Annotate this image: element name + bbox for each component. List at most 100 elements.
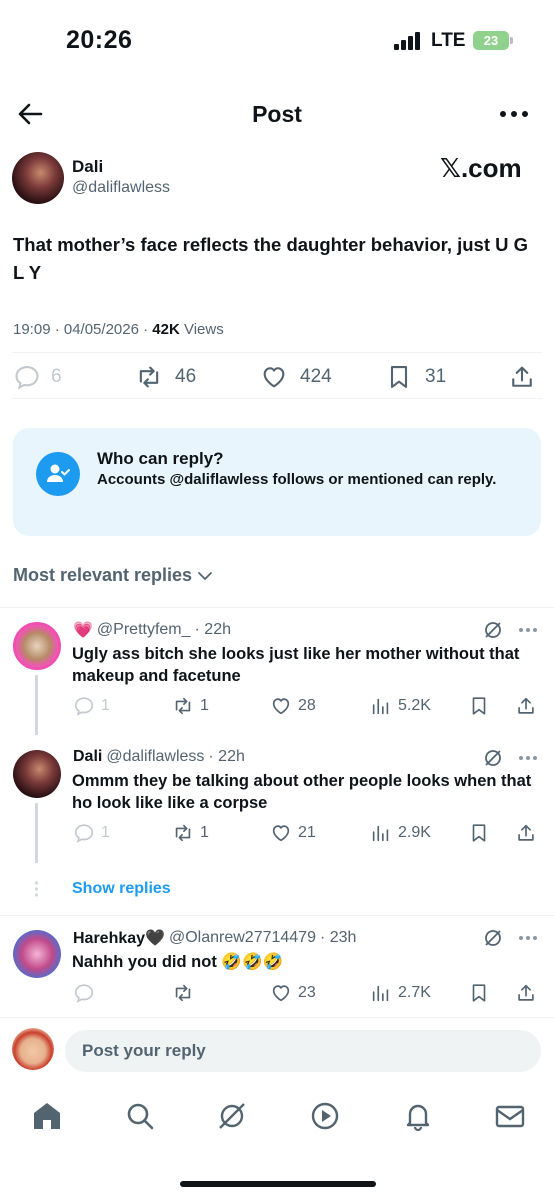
repost-count: 1 (200, 697, 209, 714)
reply-input-placeholder: Post your reply (82, 1041, 206, 1060)
reply-header: Dali @daliflawless · 22h (73, 748, 245, 766)
battery-level: 23 (483, 33, 499, 48)
share-icon (518, 824, 534, 841)
views-count[interactable]: 42K (152, 321, 180, 338)
chevron-down-icon (198, 571, 212, 580)
reply-count: 6 (51, 366, 62, 387)
reply-stat[interactable]: 6 (13, 362, 62, 392)
reply-avatar[interactable] (13, 622, 61, 670)
my-avatar[interactable] (12, 1028, 54, 1070)
bell-icon[interactable] (400, 1098, 436, 1134)
like-button[interactable]: 21 (270, 822, 316, 844)
more-icon[interactable] (518, 626, 538, 634)
bookmark-button[interactable] (468, 982, 490, 1004)
reply-actions: 1 1 28 5.2K (0, 695, 554, 719)
replies-sort-label: Most relevant replies (13, 565, 193, 585)
views-count: 2.7K (398, 984, 431, 1001)
reply-button[interactable] (73, 982, 95, 1004)
video-icon[interactable] (307, 1098, 343, 1134)
views-button[interactable]: 2.9K (370, 822, 431, 844)
heart-icon (263, 367, 285, 388)
reply-button[interactable]: 1 (73, 822, 110, 844)
share-button[interactable] (515, 695, 537, 717)
like-count: 21 (298, 824, 316, 841)
post-timestamp: 19:09 · 04/05/2026 · (13, 321, 153, 338)
analytics-icon (372, 825, 389, 842)
x-logo: 𝕏.com (440, 153, 522, 183)
post-text: That mother’s face reflects the daughter… (13, 234, 529, 283)
reply-icon (15, 366, 39, 390)
reply-author-name[interactable]: Dali (73, 748, 102, 766)
author-avatar[interactable] (12, 152, 64, 204)
views-button[interactable]: 5.2K (370, 695, 431, 717)
more-icon[interactable] (518, 934, 538, 942)
author-handle[interactable]: @daliflawless (72, 179, 170, 197)
repost-icon (175, 824, 191, 842)
bookmark-button[interactable] (468, 695, 490, 717)
post-meta: 19:09 · 04/05/2026 · 42K Views (13, 321, 224, 338)
grok-icon[interactable] (483, 620, 503, 640)
reply-text: Nahhh you did not 🤣🤣🤣 (72, 953, 284, 971)
like-count: 424 (300, 366, 332, 387)
reply-avatar[interactable] (13, 750, 61, 798)
divider (0, 607, 554, 608)
reply-actions: 1 1 21 2.9K (0, 822, 554, 846)
who-can-reply-title: Who can reply? (97, 449, 224, 468)
grok-icon[interactable] (214, 1098, 250, 1134)
battery-tip (510, 37, 513, 44)
reply-time: · 22h (194, 621, 231, 638)
views-button[interactable]: 2.7K (370, 982, 431, 1004)
reply-header: 💗 @Prettyfem_ · 22h (73, 620, 231, 640)
like-button[interactable]: 23 (270, 982, 316, 1004)
reply-button[interactable]: 1 (73, 695, 110, 717)
share-button[interactable] (515, 982, 537, 1004)
reply-icon (74, 824, 94, 843)
repost-button[interactable]: 1 (172, 695, 209, 717)
reply-count: 1 (101, 824, 110, 841)
home-indicator[interactable] (180, 1181, 376, 1187)
heart-icon (272, 825, 290, 842)
mail-icon[interactable] (492, 1098, 528, 1134)
reply-author-handle[interactable]: @Olanrew27714479 (169, 929, 316, 947)
show-replies-link[interactable]: Show replies (72, 880, 171, 898)
repost-count: 1 (200, 824, 209, 841)
more-icon[interactable] (498, 104, 530, 124)
reply-author-handle[interactable]: @Prettyfem_ (97, 621, 191, 639)
more-icon[interactable] (518, 754, 538, 762)
author-name[interactable]: Dali (72, 157, 103, 177)
repost-count: 46 (175, 366, 197, 387)
reply-time: · 22h (208, 748, 245, 765)
heart-icon (272, 698, 290, 715)
like-stat[interactable]: 424 (260, 362, 332, 392)
repost-button[interactable] (172, 982, 194, 1004)
divider (12, 398, 542, 399)
repost-button[interactable]: 1 (172, 822, 209, 844)
divider (12, 352, 542, 353)
search-icon[interactable] (122, 1098, 158, 1134)
divider (0, 1017, 554, 1018)
like-button[interactable]: 28 (270, 695, 316, 717)
grok-icon[interactable] (483, 748, 503, 768)
bookmark-count: 31 (425, 366, 447, 387)
reply-author-name[interactable]: Harehkay🖤 (73, 928, 165, 948)
share-button[interactable] (508, 362, 536, 392)
heart-icon (272, 985, 290, 1002)
replies-sort-dropdown[interactable]: Most relevant replies (13, 565, 214, 586)
views-count: 2.9K (398, 824, 431, 841)
share-button[interactable] (515, 822, 537, 844)
reply-actions: 23 2.7K (0, 982, 554, 1006)
grok-icon[interactable] (483, 928, 503, 948)
home-icon[interactable] (29, 1098, 65, 1134)
reply-author-handle[interactable]: @daliflawless (106, 748, 204, 766)
page-title: Post (252, 101, 302, 127)
reply-count: 1 (101, 697, 110, 714)
bookmark-button[interactable] (468, 822, 490, 844)
thread-dots (34, 881, 39, 897)
reply-avatar[interactable] (13, 930, 61, 978)
repost-stat[interactable]: 46 (135, 362, 196, 392)
signal-icon (394, 32, 420, 50)
reply-author-name[interactable]: 💗 (73, 620, 93, 640)
bookmark-stat[interactable]: 31 (385, 362, 446, 392)
like-count: 23 (298, 984, 316, 1001)
bookmark-icon (472, 824, 486, 842)
